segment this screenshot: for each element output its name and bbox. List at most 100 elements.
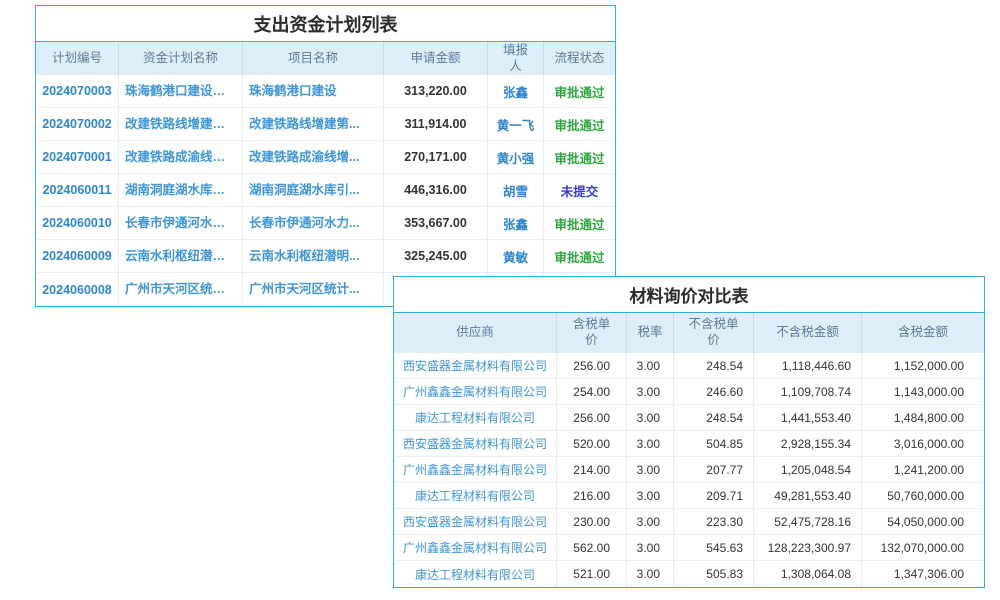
amount-with-tax-cell: 1,484,800.00 — [862, 405, 984, 431]
amount-with-tax-cell: 1,347,306.00 — [862, 561, 984, 587]
status-badge: 审批通过 — [544, 141, 615, 174]
col-header-amount: 申请金额 — [384, 42, 488, 75]
plan-name-link[interactable]: 云南水利枢纽潜明水... — [119, 240, 243, 273]
price-with-tax-cell: 520.00 — [557, 431, 627, 457]
price-no-tax-cell: 504.85 — [674, 431, 754, 457]
price-with-tax-cell: 214.00 — [557, 457, 627, 483]
tax-rate-cell: 3.00 — [627, 405, 674, 431]
tax-rate-cell: 3.00 — [627, 535, 674, 561]
col-header-supplier: 供应商 — [394, 313, 557, 353]
plan-name-link[interactable]: 改建铁路线增建第二... — [119, 108, 243, 141]
supplier-link[interactable]: 康达工程材料有限公司 — [394, 405, 557, 431]
tax-rate-cell: 3.00 — [627, 509, 674, 535]
amount-no-tax-cell: 1,308,064.08 — [754, 561, 862, 587]
amount-with-tax-cell: 50,760,000.00 — [862, 483, 984, 509]
amount-no-tax-cell: 1,118,446.60 — [754, 353, 862, 379]
project-name-link[interactable]: 珠海鹤港口建设 — [243, 75, 384, 108]
reporter-cell[interactable]: 黄小强 — [488, 141, 544, 174]
amount-no-tax-cell: 2,928,155.34 — [754, 431, 862, 457]
supplier-link[interactable]: 西安盛器金属材料有限公司 — [394, 353, 557, 379]
price-no-tax-cell: 248.54 — [674, 405, 754, 431]
col-header-price-no-tax: 不含税单价 — [674, 313, 754, 353]
price-with-tax-cell: 562.00 — [557, 535, 627, 561]
reporter-cell[interactable]: 张鑫 — [488, 75, 544, 108]
col-header-amount-no-tax: 不含税金额 — [754, 313, 862, 353]
table-row: 2024060009 云南水利枢纽潜明水... 云南水利枢纽潜明... 325,… — [36, 240, 615, 273]
supplier-link[interactable]: 康达工程材料有限公司 — [394, 483, 557, 509]
amount-with-tax-cell: 1,152,000.00 — [862, 353, 984, 379]
price-with-tax-cell: 521.00 — [557, 561, 627, 587]
amount-with-tax-cell: 1,143,000.00 — [862, 379, 984, 405]
material-inquiry-comparison-table: 材料询价对比表 供应商 含税单价 税率 不含税单价 不含税金额 含税金额 西安盛… — [393, 276, 985, 588]
plan-name-link[interactable]: 改建铁路成渝线增建... — [119, 141, 243, 174]
price-no-tax-cell: 223.30 — [674, 509, 754, 535]
tax-rate-cell: 3.00 — [627, 561, 674, 587]
status-badge: 未提交 — [544, 174, 615, 207]
plan-id-link[interactable]: 2024060009 — [36, 240, 119, 273]
material-inquiry-table-title: 材料询价对比表 — [394, 277, 984, 313]
amount-no-tax-cell: 1,109,708.74 — [754, 379, 862, 405]
table-row: 2024060011 湖南洞庭湖水库引水... 湖南洞庭湖水库引... 446,… — [36, 174, 615, 207]
price-no-tax-cell: 246.60 — [674, 379, 754, 405]
amount-cell: 353,667.00 — [384, 207, 488, 240]
amount-no-tax-cell: 1,441,553.40 — [754, 405, 862, 431]
col-header-price-with-tax: 含税单价 — [557, 313, 627, 353]
material-inquiry-table-body: 西安盛器金属材料有限公司 256.00 3.00 248.54 1,118,44… — [394, 353, 984, 587]
supplier-link[interactable]: 西安盛器金属材料有限公司 — [394, 431, 557, 457]
table-row: 西安盛器金属材料有限公司 520.00 3.00 504.85 2,928,15… — [394, 431, 984, 457]
project-name-link[interactable]: 改建铁路线增建第... — [243, 108, 384, 141]
status-badge: 审批通过 — [544, 207, 615, 240]
col-header-project: 项目名称 — [243, 42, 384, 75]
table-row: 2024070001 改建铁路成渝线增建... 改建铁路成渝线增... 270,… — [36, 141, 615, 174]
price-with-tax-cell: 254.00 — [557, 379, 627, 405]
table-row: 西安盛器金属材料有限公司 256.00 3.00 248.54 1,118,44… — [394, 353, 984, 379]
plan-name-link[interactable]: 长春市伊通河水力发... — [119, 207, 243, 240]
plan-id-link[interactable]: 2024060008 — [36, 273, 119, 306]
price-no-tax-cell: 545.63 — [674, 535, 754, 561]
reporter-cell[interactable]: 胡雪 — [488, 174, 544, 207]
amount-no-tax-cell: 128,223,300.97 — [754, 535, 862, 561]
reporter-cell[interactable]: 黄一飞 — [488, 108, 544, 141]
tax-rate-cell: 3.00 — [627, 457, 674, 483]
amount-cell: 446,316.00 — [384, 174, 488, 207]
plan-id-link[interactable]: 2024070001 — [36, 141, 119, 174]
table-row: 2024060010 长春市伊通河水力发... 长春市伊通河水力... 353,… — [36, 207, 615, 240]
col-header-plan-id: 计划编号 — [36, 42, 119, 75]
supplier-link[interactable]: 康达工程材料有限公司 — [394, 561, 557, 587]
supplier-link[interactable]: 西安盛器金属材料有限公司 — [394, 509, 557, 535]
status-badge: 审批通过 — [544, 108, 615, 141]
table-row: 西安盛器金属材料有限公司 230.00 3.00 223.30 52,475,7… — [394, 509, 984, 535]
status-badge: 审批通过 — [544, 75, 615, 108]
amount-with-tax-cell: 1,241,200.00 — [862, 457, 984, 483]
table-row: 2024070003 珠海鹤港口建设资金... 珠海鹤港口建设 313,220.… — [36, 75, 615, 108]
table-row: 康达工程材料有限公司 521.00 3.00 505.83 1,308,064.… — [394, 561, 984, 587]
supplier-link[interactable]: 广州鑫鑫金属材料有限公司 — [394, 379, 557, 405]
amount-cell: 270,171.00 — [384, 141, 488, 174]
plan-id-link[interactable]: 2024070002 — [36, 108, 119, 141]
reporter-cell[interactable]: 黄敏 — [488, 240, 544, 273]
plan-id-link[interactable]: 2024060010 — [36, 207, 119, 240]
reporter-cell[interactable]: 张鑫 — [488, 207, 544, 240]
table-row: 康达工程材料有限公司 256.00 3.00 248.54 1,441,553.… — [394, 405, 984, 431]
tax-rate-cell: 3.00 — [627, 379, 674, 405]
project-name-link[interactable]: 广州市天河区统计... — [243, 273, 384, 306]
project-name-link[interactable]: 长春市伊通河水力... — [243, 207, 384, 240]
project-name-link[interactable]: 云南水利枢纽潜明... — [243, 240, 384, 273]
table-row: 广州鑫鑫金属材料有限公司 254.00 3.00 246.60 1,109,70… — [394, 379, 984, 405]
plan-name-link[interactable]: 珠海鹤港口建设资金... — [119, 75, 243, 108]
table-row: 2024070002 改建铁路线增建第二... 改建铁路线增建第... 311,… — [36, 108, 615, 141]
table-row: 康达工程材料有限公司 216.00 3.00 209.71 49,281,553… — [394, 483, 984, 509]
col-header-status: 流程状态 — [544, 42, 615, 75]
amount-cell: 313,220.00 — [384, 75, 488, 108]
project-name-link[interactable]: 改建铁路成渝线增... — [243, 141, 384, 174]
plan-id-link[interactable]: 2024070003 — [36, 75, 119, 108]
project-name-link[interactable]: 湖南洞庭湖水库引... — [243, 174, 384, 207]
plan-id-link[interactable]: 2024060011 — [36, 174, 119, 207]
price-no-tax-cell: 505.83 — [674, 561, 754, 587]
plan-name-link[interactable]: 广州市天河区统计局... — [119, 273, 243, 306]
expense-plan-header-row: 计划编号 资金计划名称 项目名称 申请金额 填报人 流程状态 — [36, 42, 615, 75]
supplier-link[interactable]: 广州鑫鑫金属材料有限公司 — [394, 535, 557, 561]
plan-name-link[interactable]: 湖南洞庭湖水库引水... — [119, 174, 243, 207]
supplier-link[interactable]: 广州鑫鑫金属材料有限公司 — [394, 457, 557, 483]
tax-rate-cell: 3.00 — [627, 353, 674, 379]
